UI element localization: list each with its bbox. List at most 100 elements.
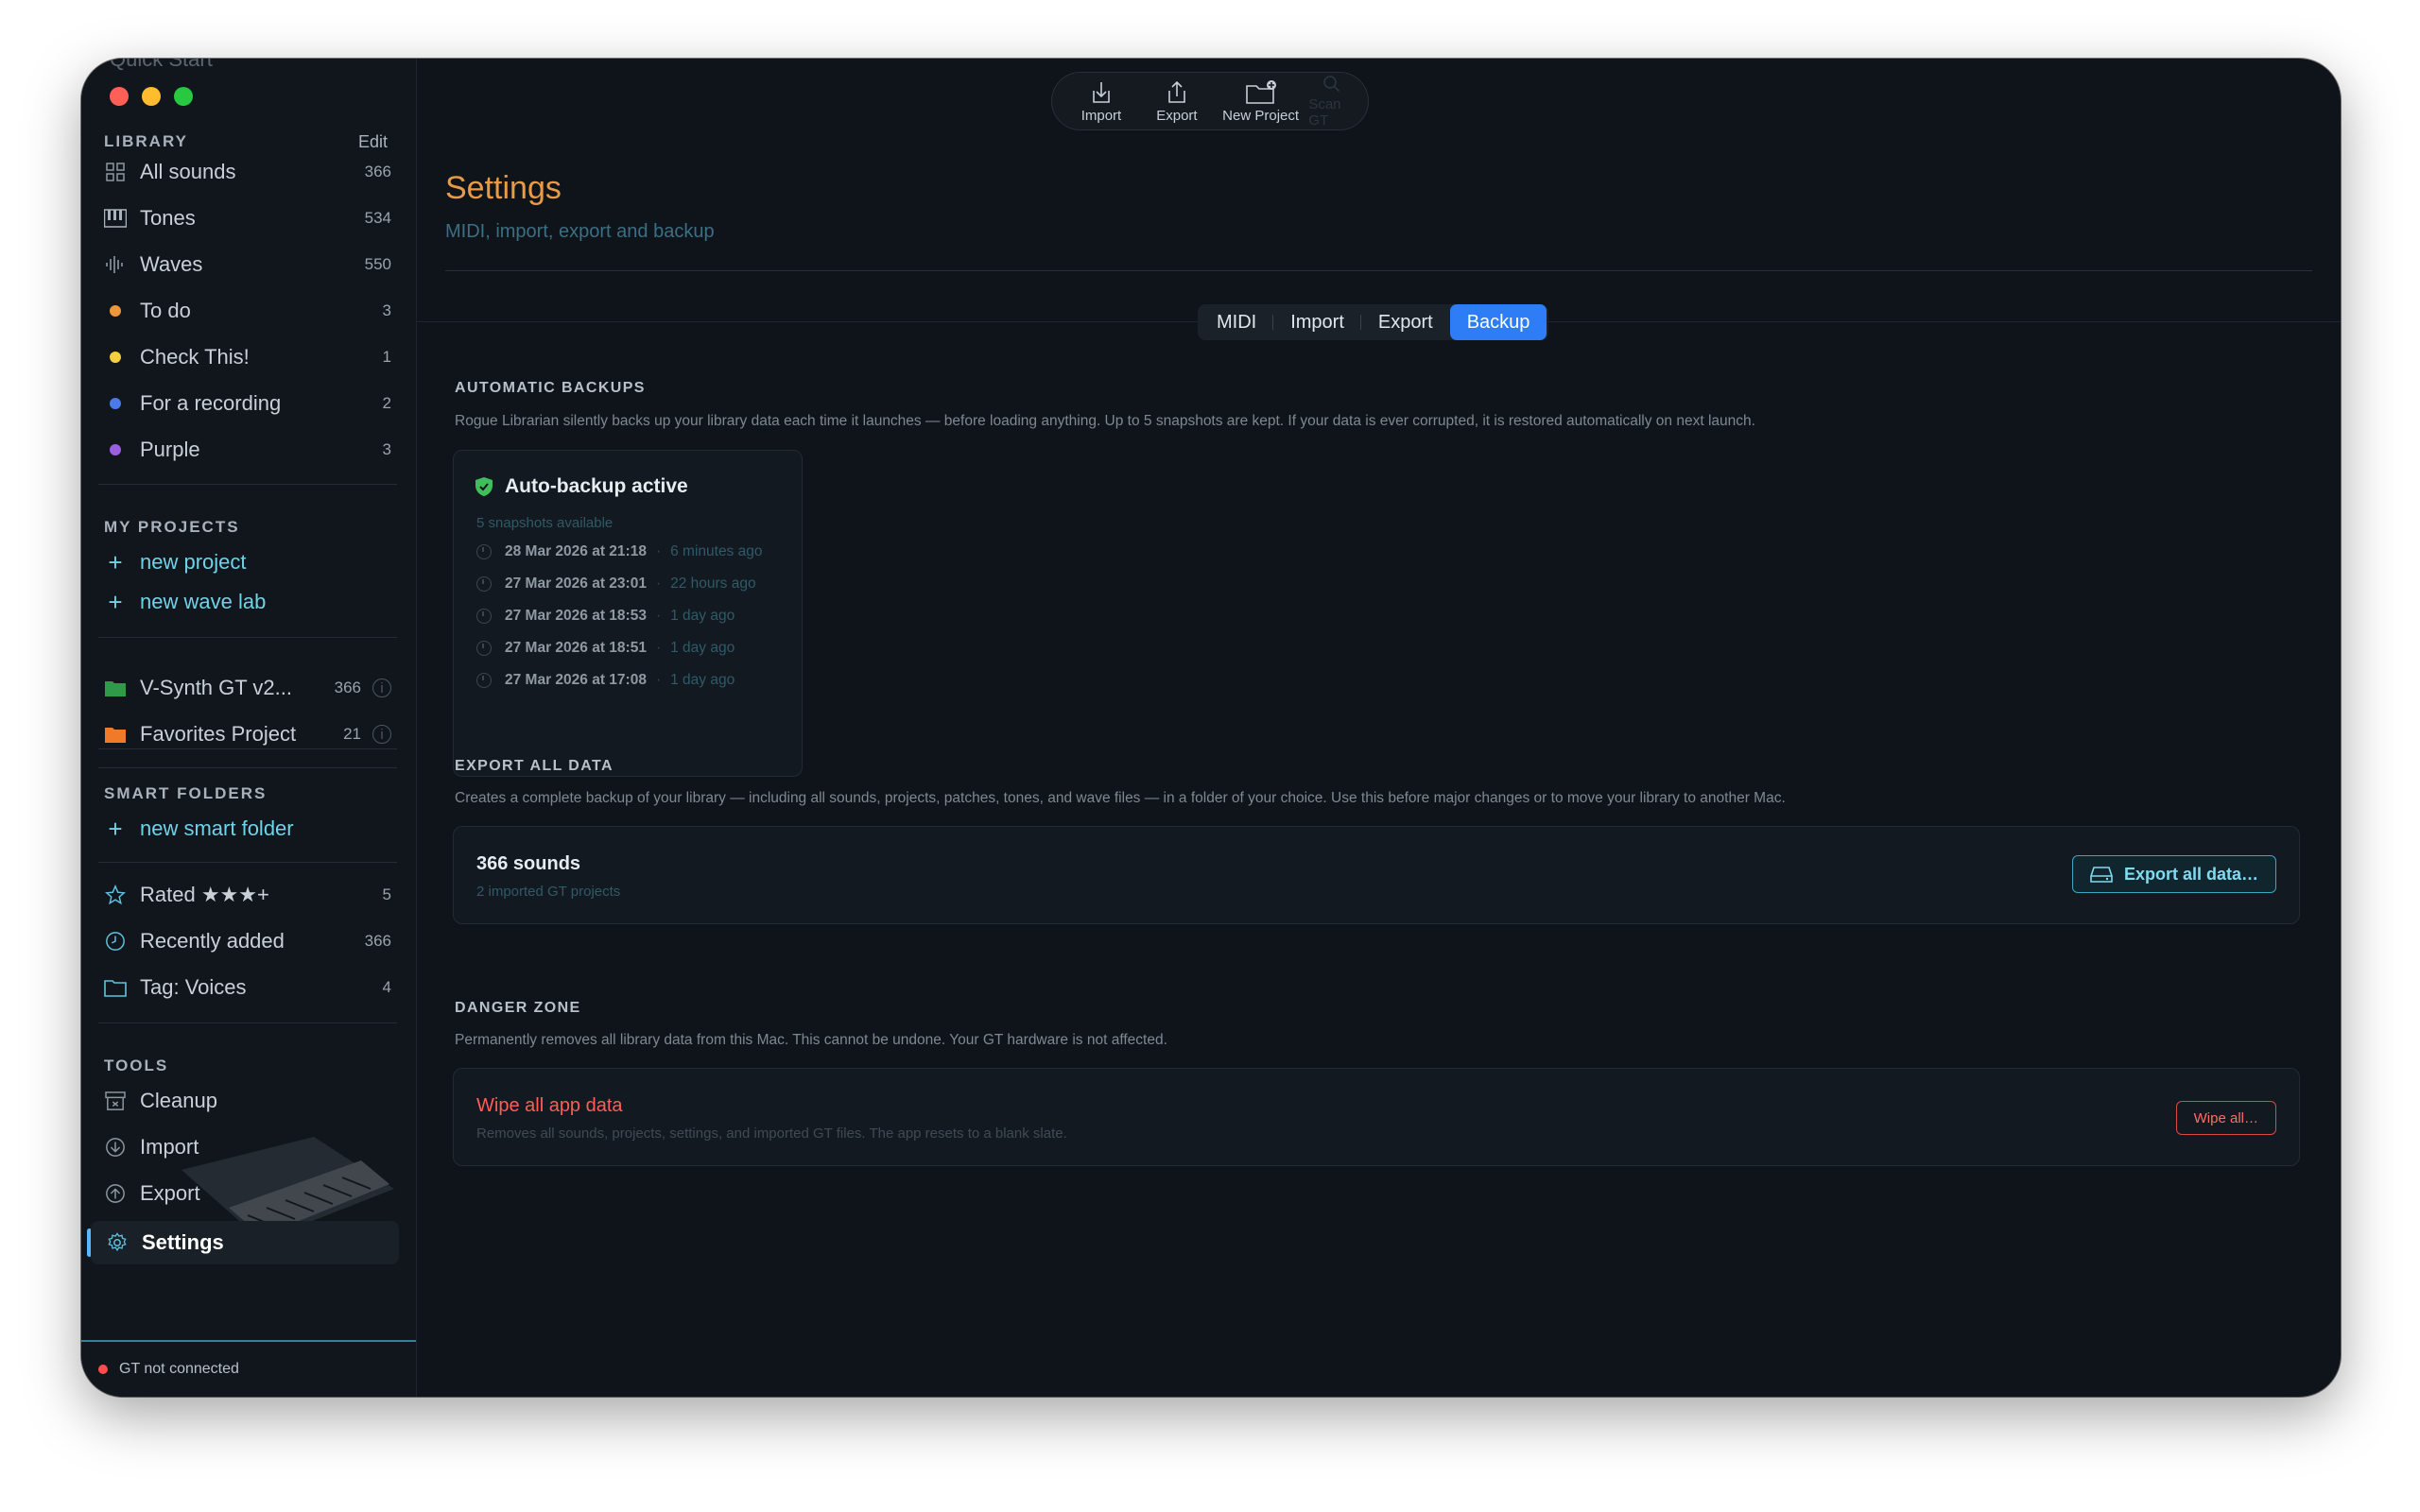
smart-folders-section-header: SMART FOLDERS	[104, 784, 388, 803]
export-circle-icon	[104, 1182, 127, 1205]
snapshot-date: 28 Mar 2026 at 21:18	[505, 543, 647, 559]
separator-dot: ·	[655, 576, 662, 592]
piano-keys-icon	[104, 207, 127, 230]
status-text: GT not connected	[119, 1361, 239, 1377]
tab-import[interactable]: Import	[1273, 304, 1361, 340]
tab-export[interactable]: Export	[1361, 304, 1450, 340]
divider	[98, 1022, 397, 1023]
blue-tag-dot	[110, 398, 121, 409]
sidebar-item-to-do[interactable]: To do 3	[104, 292, 391, 330]
sidebar-smart-tag-voices[interactable]: Tag: Voices 4	[104, 969, 391, 1006]
sidebar-project-vsynth[interactable]: V-Synth GT v2... 366 i	[104, 669, 391, 707]
sidebar-tool-export[interactable]: Export	[104, 1175, 391, 1212]
export-sound-count: 366 sounds	[476, 853, 581, 874]
export-toolbar-button[interactable]: Export	[1141, 79, 1213, 124]
export-all-card: 366 sounds 2 imported GT projects Export…	[453, 826, 2300, 924]
zoom-window-button[interactable]	[174, 87, 193, 106]
tool-label: Export	[140, 1181, 200, 1205]
sidebar-item-count: 1	[382, 348, 391, 366]
tab-backup[interactable]: Backup	[1449, 304, 1547, 340]
archive-icon	[104, 1090, 127, 1112]
sidebar-item-count: 3	[382, 440, 391, 458]
wipe-all-button[interactable]: Wipe all…	[2175, 1101, 2276, 1135]
sidebar-item-all-sounds[interactable]: All sounds 366	[104, 153, 391, 191]
app-window: Quick Start LIBRARY Edit All sounds 366 …	[81, 59, 2341, 1397]
new-wave-lab-link[interactable]: + new wave lab	[104, 583, 391, 621]
new-smart-folder-link[interactable]: + new smart folder	[104, 810, 391, 848]
snapshot-row: 27 Mar 2026 at 23:01 · 22 hours ago	[476, 576, 756, 593]
edit-library-button[interactable]: Edit	[358, 132, 388, 152]
sidebar-tool-cleanup[interactable]: Cleanup	[104, 1082, 391, 1120]
purple-tag-dot	[110, 444, 121, 455]
orange-folder-icon	[104, 723, 127, 746]
sidebar: Quick Start LIBRARY Edit All sounds 366 …	[81, 59, 417, 1397]
sidebar-item-count: 3	[382, 301, 391, 319]
sidebar-smart-recently-added[interactable]: Recently added 366	[104, 922, 391, 960]
tools-section-header: TOOLS	[104, 1057, 388, 1075]
sidebar-item-waves[interactable]: Waves 550	[104, 246, 391, 284]
folder-icon	[104, 976, 127, 999]
plus-icon: +	[108, 587, 123, 616]
wipe-title: Wipe all app data	[476, 1095, 623, 1116]
info-icon[interactable]: i	[372, 679, 391, 697]
green-folder-icon	[104, 677, 127, 699]
waveform-icon	[104, 253, 127, 276]
sidebar-item-for-a-recording[interactable]: For a recording 2	[104, 385, 391, 422]
star-icon	[104, 884, 127, 906]
tools-header-label: TOOLS	[104, 1057, 169, 1074]
window-controls	[110, 87, 193, 106]
danger-zone-heading: DANGER ZONE	[455, 1000, 581, 1016]
main-content: Import Export New Project Scan GT Settin…	[417, 59, 2341, 1397]
sidebar-item-tones[interactable]: Tones 534	[104, 199, 391, 237]
separator-dot: ·	[655, 672, 662, 688]
sidebar-item-label: All sounds	[140, 160, 236, 183]
separator-dot: ·	[655, 640, 662, 656]
smart-folder-count: 366	[364, 932, 391, 950]
sidebar-item-check-this[interactable]: Check This! 1	[104, 338, 391, 376]
connection-status: GT not connected	[81, 1340, 416, 1397]
close-window-button[interactable]	[110, 87, 129, 106]
tab-midi[interactable]: MIDI	[1200, 304, 1274, 340]
export-all-data-button[interactable]: Export all data…	[2071, 855, 2276, 893]
export-button-label: Export all data…	[2123, 864, 2258, 884]
separator-dot: ·	[655, 608, 662, 624]
snapshot-ago: 6 minutes ago	[670, 543, 763, 559]
shield-check-icon	[475, 477, 493, 496]
clock-icon	[476, 576, 492, 592]
clock-icon	[104, 930, 127, 953]
sidebar-project-favorites[interactable]: Favorites Project 21 i	[104, 715, 391, 753]
project-count: 21	[343, 725, 361, 743]
divider	[98, 637, 397, 638]
project-count: 366	[334, 679, 361, 696]
smart-folder-count: 4	[382, 978, 391, 996]
new-project-link[interactable]: + new project	[104, 543, 391, 581]
share-icon	[1168, 80, 1185, 103]
import-circle-icon	[104, 1136, 127, 1159]
sidebar-item-purple[interactable]: Purple 3	[104, 431, 391, 469]
magnifier-icon	[1322, 76, 1340, 93]
sidebar-tool-import[interactable]: Import	[104, 1128, 391, 1166]
smart-folder-count: 5	[382, 885, 391, 903]
divider	[98, 748, 397, 749]
tool-label: Settings	[142, 1230, 224, 1254]
sidebar-tool-settings[interactable]: Settings	[91, 1221, 399, 1264]
new-project-toolbar-button[interactable]: New Project	[1217, 79, 1305, 124]
scan-gt-toolbar-button[interactable]: Scan GT	[1308, 74, 1355, 129]
import-toolbar-button[interactable]: Import	[1065, 79, 1137, 124]
sidebar-item-label: Tones	[140, 206, 196, 230]
snapshot-ago: 1 day ago	[670, 640, 735, 656]
clock-icon	[476, 641, 492, 656]
projects-header-label: MY PROJECTS	[104, 518, 240, 536]
gear-icon	[106, 1231, 129, 1254]
minimize-window-button[interactable]	[142, 87, 161, 106]
smart-folder-label: Tag: Voices	[140, 975, 247, 999]
info-icon[interactable]: i	[372, 725, 391, 744]
separator-dot: ·	[655, 543, 662, 559]
divider	[98, 767, 397, 768]
export-all-heading: EXPORT ALL DATA	[455, 758, 614, 774]
status-dot	[98, 1365, 108, 1374]
sidebar-scrolled-item: Quick Start	[110, 59, 213, 71]
divider	[445, 270, 2312, 271]
snapshot-count: 5 snapshots available	[476, 515, 614, 531]
sidebar-smart-rated[interactable]: Rated ★★★+ 5	[104, 876, 391, 914]
